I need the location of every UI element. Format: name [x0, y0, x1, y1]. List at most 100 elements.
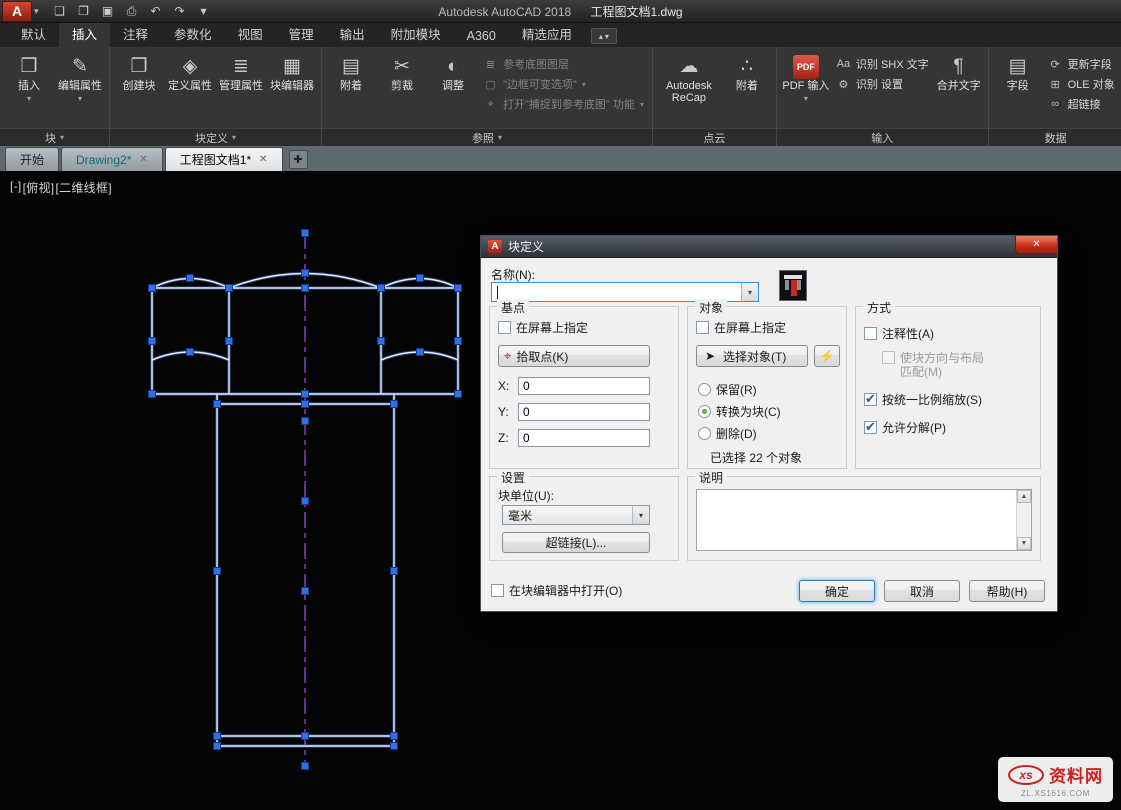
tab-output[interactable]: 输出 — [327, 19, 378, 47]
grip[interactable] — [187, 275, 194, 282]
snap-to-underlay-button[interactable]: ⌖ 打开"捕捉到参考底图" 功能 ▾ — [480, 96, 647, 112]
file-tab-drawing2[interactable]: Drawing2* ✕ — [61, 147, 163, 171]
scroll-down-icon[interactable]: ▼ — [1017, 537, 1031, 550]
plot-icon[interactable]: ⎙ — [121, 2, 143, 21]
grip[interactable] — [302, 401, 309, 408]
drawing-area[interactable]: [-] [俯视] [二维线框] A 块定义 ✕ 名称(N): — [0, 171, 1121, 810]
clip-button[interactable]: ✂ 剪裁 — [378, 51, 426, 128]
autocad-app-button[interactable]: A — [2, 1, 32, 22]
panel-label-block-definition[interactable]: 块定义▾ — [110, 128, 321, 146]
grip[interactable] — [214, 733, 221, 740]
grip[interactable] — [302, 763, 309, 770]
viewport-visual-style-control[interactable]: [二维线框] — [55, 179, 111, 196]
recognition-settings-button[interactable]: ⚙ 识别 设置 — [833, 76, 932, 92]
grip[interactable] — [302, 733, 309, 740]
tab-insert[interactable]: 插入 — [59, 19, 110, 47]
underlay-layers-button[interactable]: ≣ 参考底图图层 — [480, 56, 647, 72]
panel-label-reference[interactable]: 参照▾ — [322, 128, 652, 146]
close-tab-icon[interactable]: ✕ — [139, 154, 147, 165]
open-in-block-editor-checkbox[interactable]: 在块编辑器中打开(O) — [491, 584, 622, 598]
name-dropdown-button[interactable]: ▾ — [741, 283, 758, 301]
redo-icon[interactable]: ↷ — [169, 2, 191, 21]
tab-featured-apps[interactable]: 精选应用 — [509, 19, 585, 47]
panel-label-import[interactable]: 输入 — [777, 128, 988, 146]
grip[interactable] — [302, 498, 309, 505]
define-attributes-button[interactable]: ◈ 定义属性 — [166, 51, 214, 128]
delete-radio[interactable]: 删除(D) — [698, 425, 757, 442]
frames-option-button[interactable]: ▢ "边框可变选项" ▾ — [480, 76, 647, 92]
hyperlink-dialog-button[interactable]: 超链接(L)... — [502, 532, 650, 553]
grip[interactable] — [214, 401, 221, 408]
quick-select-button[interactable]: ⚡ — [814, 345, 840, 367]
autodesk-recap-button[interactable]: ☁ Autodesk ReCap — [658, 51, 720, 128]
grip[interactable] — [455, 391, 462, 398]
convert-to-block-radio[interactable]: 转换为块(C) — [698, 403, 781, 420]
app-menu-caret-icon[interactable]: ▾ — [34, 6, 39, 17]
grip[interactable] — [302, 285, 309, 292]
grip[interactable] — [149, 391, 156, 398]
y-input[interactable] — [518, 403, 650, 421]
update-fields-button[interactable]: ⟳ 更新字段 — [1045, 56, 1118, 72]
grip[interactable] — [302, 418, 309, 425]
pick-point-button[interactable]: ⌖ 拾取点(K) — [498, 345, 650, 367]
grip[interactable] — [417, 275, 424, 282]
point-cloud-attach-button[interactable]: ∴ 附着 — [723, 51, 771, 128]
undo-icon[interactable]: ↶ — [145, 2, 167, 21]
uniform-scale-checkbox[interactable]: 按统一比例缩放(S) — [864, 393, 982, 407]
hyperlink-button[interactable]: ∞ 超链接 — [1045, 96, 1118, 112]
combine-text-button[interactable]: ¶ 合并文字 — [935, 51, 983, 128]
block-unit-select[interactable]: 毫米 ▾ — [502, 505, 650, 525]
x-input[interactable] — [518, 377, 650, 395]
panel-label-block[interactable]: 块▾ — [0, 128, 109, 146]
open-file-icon[interactable]: ❐ — [73, 2, 95, 21]
grip[interactable] — [187, 349, 194, 356]
grip[interactable] — [214, 743, 221, 750]
minimize-ribbon-icon[interactable]: ▴▾ — [591, 28, 617, 44]
block-editor-button[interactable]: ▦ 块编辑器 — [268, 51, 316, 128]
tab-addins[interactable]: 附加模块 — [378, 19, 454, 47]
save-icon[interactable]: ▣ — [97, 2, 119, 21]
grip[interactable] — [391, 743, 398, 750]
pdf-import-button[interactable]: PDF PDF 输入 ▾ — [782, 51, 830, 128]
match-orientation-checkbox[interactable]: 使块方向与布局 匹配(M) — [882, 351, 984, 379]
grip[interactable] — [302, 270, 309, 277]
edit-attribute-button[interactable]: ✎ 编辑属性 ▾ — [56, 51, 104, 128]
annotative-checkbox[interactable]: 注释性(A) — [864, 327, 934, 341]
grip[interactable] — [149, 338, 156, 345]
grip[interactable] — [455, 285, 462, 292]
recognize-shx-button[interactable]: Aa 识别 SHX 文字 — [833, 56, 932, 72]
grip[interactable] — [226, 285, 233, 292]
retain-radio[interactable]: 保留(R) — [698, 381, 757, 398]
close-tab-icon[interactable]: ✕ — [259, 154, 267, 165]
insert-block-button[interactable]: ❒ 插入 ▾ — [5, 51, 53, 128]
file-tab-start[interactable]: 开始 — [5, 147, 59, 171]
dialog-close-button[interactable]: ✕ — [1015, 236, 1057, 254]
tab-view[interactable]: 视图 — [225, 19, 276, 47]
tab-default[interactable]: 默认 — [8, 19, 59, 47]
file-tab-active-document[interactable]: 工程图文档1* ✕ — [165, 147, 283, 171]
help-button[interactable]: 帮助(H) — [969, 580, 1045, 602]
select-objects-button[interactable]: ➤ 选择对象(T) — [696, 345, 808, 367]
viewport-pane-control[interactable]: [-] — [10, 179, 22, 196]
grip[interactable] — [214, 568, 221, 575]
grip[interactable] — [149, 285, 156, 292]
grip[interactable] — [226, 338, 233, 345]
grip[interactable] — [391, 568, 398, 575]
tab-manage[interactable]: 管理 — [276, 19, 327, 47]
objects-specify-on-screen-checkbox[interactable]: 在屏幕上指定 — [696, 321, 786, 335]
tab-annotate[interactable]: 注释 — [110, 19, 161, 47]
panel-label-point-cloud[interactable]: 点云 — [653, 128, 776, 146]
new-drawing-tab-button[interactable]: ✚ — [289, 150, 308, 169]
create-block-button[interactable]: ❒ 创建块 — [115, 51, 163, 128]
panel-label-data[interactable]: 数据 — [989, 128, 1121, 146]
tab-parametric[interactable]: 参数化 — [161, 19, 225, 47]
z-input[interactable] — [518, 429, 650, 447]
cancel-button[interactable]: 取消 — [884, 580, 960, 602]
grip[interactable] — [302, 391, 309, 398]
grip[interactable] — [302, 230, 309, 237]
grip[interactable] — [391, 733, 398, 740]
tab-a360[interactable]: A360 — [454, 24, 509, 47]
field-button[interactable]: ▤ 字段 — [994, 51, 1042, 128]
scroll-up-icon[interactable]: ▲ — [1017, 490, 1031, 503]
ole-object-button[interactable]: ⊞ OLE 对象 — [1045, 76, 1118, 92]
